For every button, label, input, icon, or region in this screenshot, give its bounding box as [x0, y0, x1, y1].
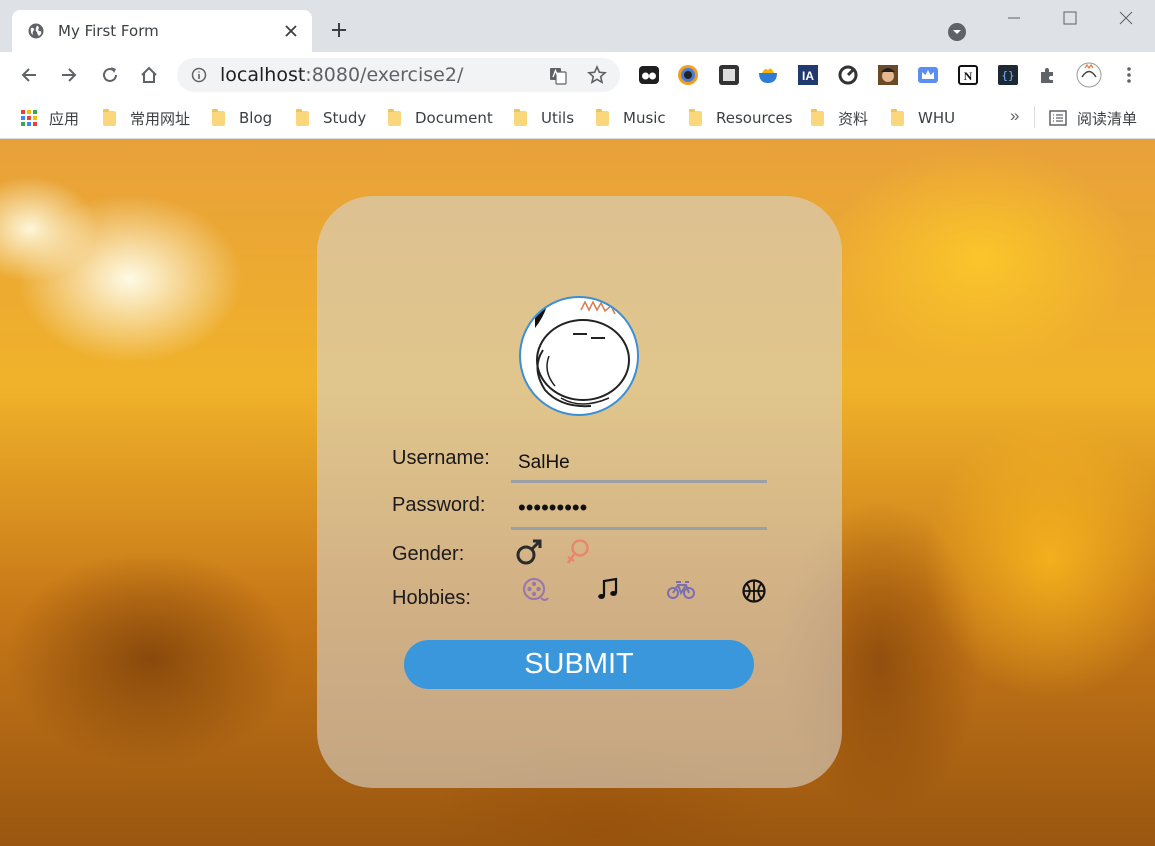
username-field[interactable]: SalHe [511, 446, 767, 483]
home-icon[interactable] [138, 64, 160, 86]
window-close-icon[interactable] [1118, 10, 1134, 26]
bookmark-label: 资料 [838, 109, 869, 128]
forward-icon[interactable] [58, 64, 80, 86]
folder-icon [689, 108, 702, 126]
page-background: Username: SalHe Password: ••••••••• Gend… [0, 139, 1155, 846]
svg-text:N: N [964, 69, 973, 83]
bookmark-star-icon[interactable] [587, 65, 607, 85]
bookmarks-overflow-button[interactable]: » [1010, 106, 1019, 126]
folder-icon [388, 108, 401, 126]
bookmark-folder[interactable]: 常用网址 [103, 107, 190, 129]
bookmark-folder[interactable]: Document [388, 107, 493, 129]
bookmark-folder[interactable]: 资料 [811, 107, 868, 129]
bookmark-label: Resources [716, 109, 793, 127]
notion-icon[interactable]: N [957, 64, 979, 86]
female-icon[interactable] [564, 537, 594, 567]
folder-icon [103, 108, 116, 126]
bookmark-folder[interactable]: Music [596, 107, 666, 129]
bookmark-apps[interactable]: 应用 [21, 107, 79, 129]
url-path: :8080/exercise2/ [305, 64, 464, 86]
extensions-puzzle-icon[interactable] [1037, 64, 1059, 86]
folder-icon [514, 108, 527, 126]
browser-toolbar: localhost:8080/exercise2/ IA N {} [0, 52, 1155, 98]
more-menu-icon[interactable] [1118, 64, 1140, 86]
reading-list-label: 阅读清单 [1077, 109, 1138, 128]
tab-title: My First Form [58, 22, 159, 40]
extension-bowl-icon[interactable] [757, 64, 779, 86]
bookmark-folder[interactable]: WHU [891, 107, 955, 129]
reading-list[interactable]: 阅读清单 [1049, 107, 1137, 129]
music-note-icon[interactable] [595, 576, 621, 602]
bookmark-label: Study [323, 109, 367, 127]
extension-ia-icon[interactable]: IA [797, 64, 819, 86]
login-form-card: Username: SalHe Password: ••••••••• Gend… [317, 196, 842, 788]
gender-label: Gender: [392, 543, 465, 565]
maximize-icon[interactable] [1062, 10, 1078, 26]
browser-tab[interactable]: My First Form [12, 10, 312, 52]
bookmark-label: WHU [918, 109, 956, 127]
basketball-icon[interactable] [741, 578, 767, 604]
url-host: localhost [220, 64, 306, 86]
svg-text:{}: {} [1001, 69, 1014, 82]
avatar [519, 296, 639, 416]
folder-icon [891, 108, 904, 126]
bookmark-label: Music [623, 109, 666, 127]
bookmark-label: 应用 [49, 109, 80, 128]
bookmark-label: Utils [541, 109, 575, 127]
cartoon-avatar-icon [535, 300, 630, 408]
globe-icon [28, 23, 44, 39]
bicycle-icon[interactable] [667, 578, 695, 602]
password-label: Password: [392, 494, 486, 516]
reload-icon[interactable] [99, 64, 121, 86]
minimize-icon[interactable] [1006, 10, 1022, 26]
folder-icon [296, 108, 309, 126]
tab-close-icon[interactable] [282, 22, 300, 40]
folder-icon [212, 108, 225, 126]
password-field[interactable]: ••••••••• [511, 493, 767, 530]
extension-brackets-icon[interactable]: {} [997, 64, 1019, 86]
male-icon[interactable] [514, 537, 544, 567]
site-info-icon[interactable] [191, 67, 207, 83]
hobbies-label: Hobbies: [392, 587, 471, 609]
profile-avatar-icon[interactable] [1076, 62, 1102, 88]
film-reel-icon[interactable] [521, 576, 549, 604]
bookmark-folder[interactable]: Blog [212, 107, 272, 129]
svg-text:IA: IA [802, 69, 814, 83]
extension-avatar-icon[interactable] [877, 64, 899, 86]
bookmark-folder[interactable]: Study [296, 107, 366, 129]
extension-crown-icon[interactable] [917, 64, 939, 86]
url-text[interactable]: localhost:8080/exercise2/ [220, 64, 463, 86]
username-value: SalHe [518, 452, 570, 473]
bookmark-label: Blog [239, 109, 273, 127]
extension-square-icon[interactable] [718, 64, 740, 86]
bookmarks-bar: 应用 常用网址 Blog Study Document Utils Music … [0, 98, 1155, 139]
translate-icon[interactable] [548, 66, 568, 86]
bookmarks-divider [1034, 106, 1035, 128]
bookmark-label: Document [415, 109, 493, 127]
extension-sync-icon[interactable] [837, 64, 859, 86]
username-label: Username: [392, 447, 490, 469]
tab-search-icon[interactable] [947, 22, 967, 42]
password-value: ••••••••• [518, 495, 588, 520]
extension-camera-icon[interactable] [677, 64, 699, 86]
submit-button[interactable]: SUBMIT [404, 640, 754, 689]
extension-dark-icon[interactable] [638, 64, 660, 86]
bookmark-label: 常用网址 [130, 109, 191, 128]
folder-icon [811, 108, 824, 126]
new-tab-icon[interactable] [329, 20, 349, 40]
tab-strip: My First Form [0, 0, 1155, 52]
back-icon[interactable] [18, 64, 40, 86]
bookmark-folder[interactable]: Utils [514, 107, 574, 129]
folder-icon [596, 108, 609, 126]
apps-grid-icon [21, 110, 37, 126]
bookmark-folder[interactable]: Resources [689, 107, 793, 129]
address-bar[interactable]: localhost:8080/exercise2/ [177, 58, 620, 92]
reading-list-icon [1049, 110, 1067, 126]
